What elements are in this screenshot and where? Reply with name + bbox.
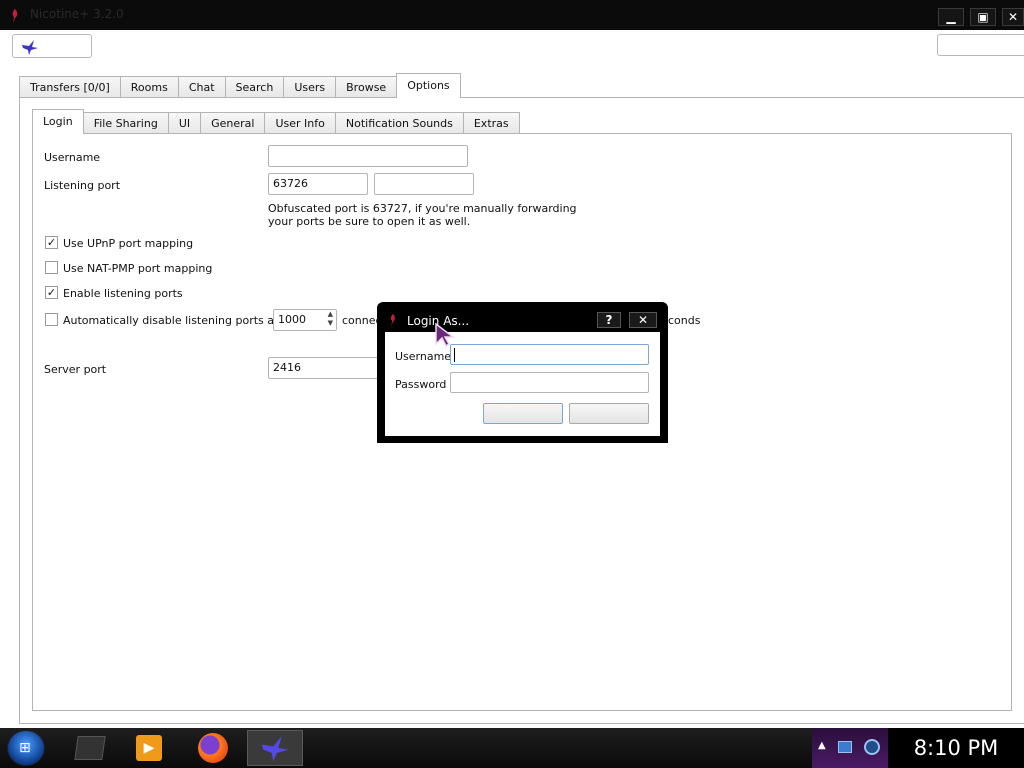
dialog-cancel-button[interactable] [569, 403, 649, 424]
auto-disable-value: 1000 [278, 313, 306, 326]
minimize-icon: ▁ [946, 10, 956, 24]
tab-transfers[interactable]: Transfers [0/0] [19, 76, 121, 98]
nicotine-app-icon [12, 9, 18, 23]
tab-users[interactable]: Users [283, 76, 337, 98]
close-icon: ✕ [1007, 10, 1019, 24]
listening-port-secondary-field[interactable] [374, 173, 474, 195]
auto-disable-spinbox[interactable]: 1000 ▲ ▼ [273, 309, 337, 331]
listening-port-field[interactable]: 63726 [268, 173, 368, 195]
subtab-ui[interactable]: UI [167, 112, 202, 134]
obfuscated-note-line1: Obfuscated port is 63727, if you're manu… [268, 202, 577, 215]
auto-disable-suffix-right: conds [668, 314, 701, 327]
natpmp-checkbox[interactable] [45, 261, 58, 274]
network-icon[interactable] [838, 741, 852, 753]
taskbar: ⊞ ▶ ▲ 8:10 PM [0, 728, 1024, 768]
system-tray: ▲ [812, 728, 888, 768]
taskbar-app-nicotine[interactable] [247, 730, 303, 766]
auto-disable-checkbox[interactable] [45, 313, 58, 326]
dialog-help-button[interactable]: ? [597, 312, 621, 328]
enable-listening-checkbox[interactable]: ✓ [45, 286, 58, 299]
subtab-extras[interactable]: Extras [462, 112, 520, 134]
maximize-button[interactable]: ▣ [970, 8, 996, 26]
username-label: Username [44, 151, 101, 164]
enable-listening-label: Enable listening ports [63, 287, 183, 300]
username-field[interactable] [268, 145, 468, 167]
upnp-checkbox[interactable]: ✓ [45, 236, 58, 249]
auto-disable-label: Automatically disable listening ports af… [63, 314, 294, 327]
upnp-label: Use UPnP port mapping [63, 237, 194, 250]
obfuscated-port-note: Obfuscated port is 63727, if you're manu… [268, 202, 577, 228]
tab-options[interactable]: Options [396, 73, 461, 98]
media-player-icon: ▶ [136, 735, 162, 761]
dialog-username-label: Username [395, 350, 452, 363]
mouse-cursor-icon [435, 322, 456, 348]
dialog-ok-button[interactable] [483, 403, 563, 424]
dialog-body: Username Password [385, 332, 660, 436]
dialog-password-field[interactable] [450, 372, 649, 393]
options-subtabbar: Login File Sharing UI General User Info … [32, 109, 520, 134]
tab-search[interactable]: Search [224, 76, 285, 98]
server-port-field[interactable]: 2416 [268, 357, 378, 379]
close-window-button[interactable]: ✕ [1002, 8, 1024, 26]
subtab-user-info[interactable]: User Info [264, 112, 336, 134]
firefox-icon [198, 733, 228, 763]
subtab-login[interactable]: Login [32, 109, 84, 134]
tab-rooms[interactable]: Rooms [119, 76, 179, 98]
listening-port-label: Listening port [44, 179, 121, 192]
subtab-general[interactable]: General [200, 112, 266, 134]
bird-icon [22, 40, 38, 55]
spin-arrows-icon[interactable]: ▲ ▼ [328, 310, 333, 328]
subtab-notification-sounds[interactable]: Notification Sounds [334, 112, 464, 134]
subtab-file-sharing[interactable]: File Sharing [82, 112, 169, 134]
bird-icon [261, 736, 289, 762]
toolbar-search-input[interactable] [937, 34, 1024, 56]
text-cursor [454, 348, 455, 362]
toolbar [0, 30, 1024, 64]
dialog-close-button[interactable]: ✕ [629, 312, 657, 328]
start-button[interactable]: ⊞ [7, 730, 45, 766]
tray-expand-icon[interactable]: ▲ [818, 740, 826, 751]
dialog-password-label: Password [395, 378, 447, 391]
natpmp-label: Use NAT-PMP port mapping [63, 262, 213, 275]
terminal-app-icon [74, 736, 106, 760]
window-titlebar: Nicotine+ 3.2.0 ▁ ▣ ✕ [0, 0, 1024, 30]
nicotine-app-icon [390, 314, 395, 326]
auto-disable-suffix-left: connec [342, 314, 382, 327]
windows-logo-icon: ⊞ [19, 740, 31, 756]
server-port-label: Server port [44, 363, 107, 376]
window-title: Nicotine+ 3.2.0 [30, 7, 124, 21]
taskbar-app-firefox[interactable] [185, 730, 241, 766]
tab-chat[interactable]: Chat [177, 76, 226, 98]
connect-menu-button[interactable] [12, 34, 92, 58]
minimize-button[interactable]: ▁ [938, 8, 964, 26]
obfuscated-note-line2: your ports be sure to open it as well. [268, 215, 471, 228]
checkmark-icon: ✓ [46, 286, 57, 299]
checkmark-icon: ✓ [46, 236, 57, 249]
tray-app-icon[interactable] [864, 739, 880, 755]
tab-browse[interactable]: Browse [335, 76, 398, 98]
login-dialog: Login As... ? ✕ Username Password [377, 302, 668, 443]
taskbar-app-terminal[interactable] [62, 730, 118, 766]
taskbar-clock[interactable]: 8:10 PM [888, 728, 1024, 768]
taskbar-app-media[interactable]: ▶ [121, 730, 177, 766]
maximize-icon: ▣ [977, 10, 989, 24]
dialog-username-field[interactable] [450, 344, 649, 365]
main-tabbar: Transfers [0/0] Rooms Chat Search Users … [19, 73, 461, 98]
